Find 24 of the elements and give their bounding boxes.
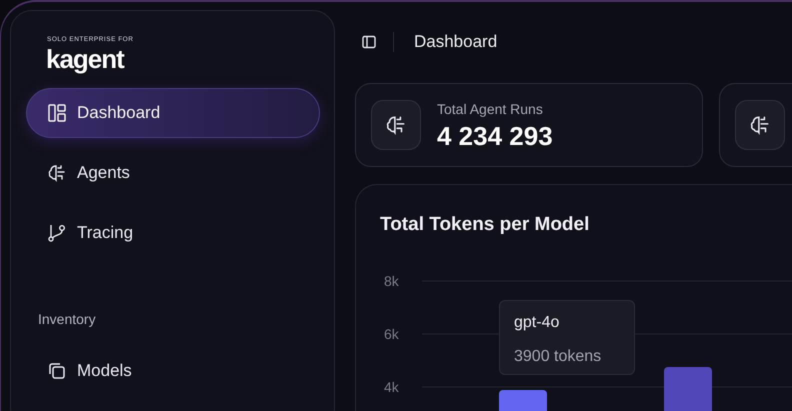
nav-item[interactable]: Tracing: [26, 208, 320, 258]
branch-icon: [47, 222, 67, 242]
stat-value: 4 234 293: [437, 120, 553, 152]
brain-circuit-icon: [385, 114, 407, 136]
brand-logo: kagent: [45, 44, 126, 74]
tooltip-model: gpt-4o: [514, 313, 560, 333]
page-title: Dashboard: [414, 31, 498, 54]
nav-item[interactable]: Agents: [26, 148, 320, 198]
y-axis-label: 8k: [384, 273, 399, 289]
dashboard-grid-icon: [47, 102, 67, 122]
brain-circuit-icon: [47, 162, 67, 182]
nav-item[interactable]: Dashboard: [26, 88, 320, 138]
stat-label: Total Agent Runs: [437, 100, 544, 119]
sidebar-toggle-icon[interactable]: [362, 35, 376, 49]
tooltip-value: 3900 tokens: [514, 347, 602, 367]
nav-item[interactable]: Models: [26, 346, 320, 396]
stacked-squares-icon: [47, 360, 67, 380]
chart-title: Total Tokens per Model: [380, 213, 590, 237]
bar: [664, 367, 712, 411]
brain-circuit-icon: [749, 114, 771, 136]
y-axis-label: 6k: [384, 326, 399, 342]
y-axis-label: 4k: [384, 379, 399, 395]
section-heading: Inventory: [37, 310, 97, 329]
bar: [499, 390, 547, 411]
